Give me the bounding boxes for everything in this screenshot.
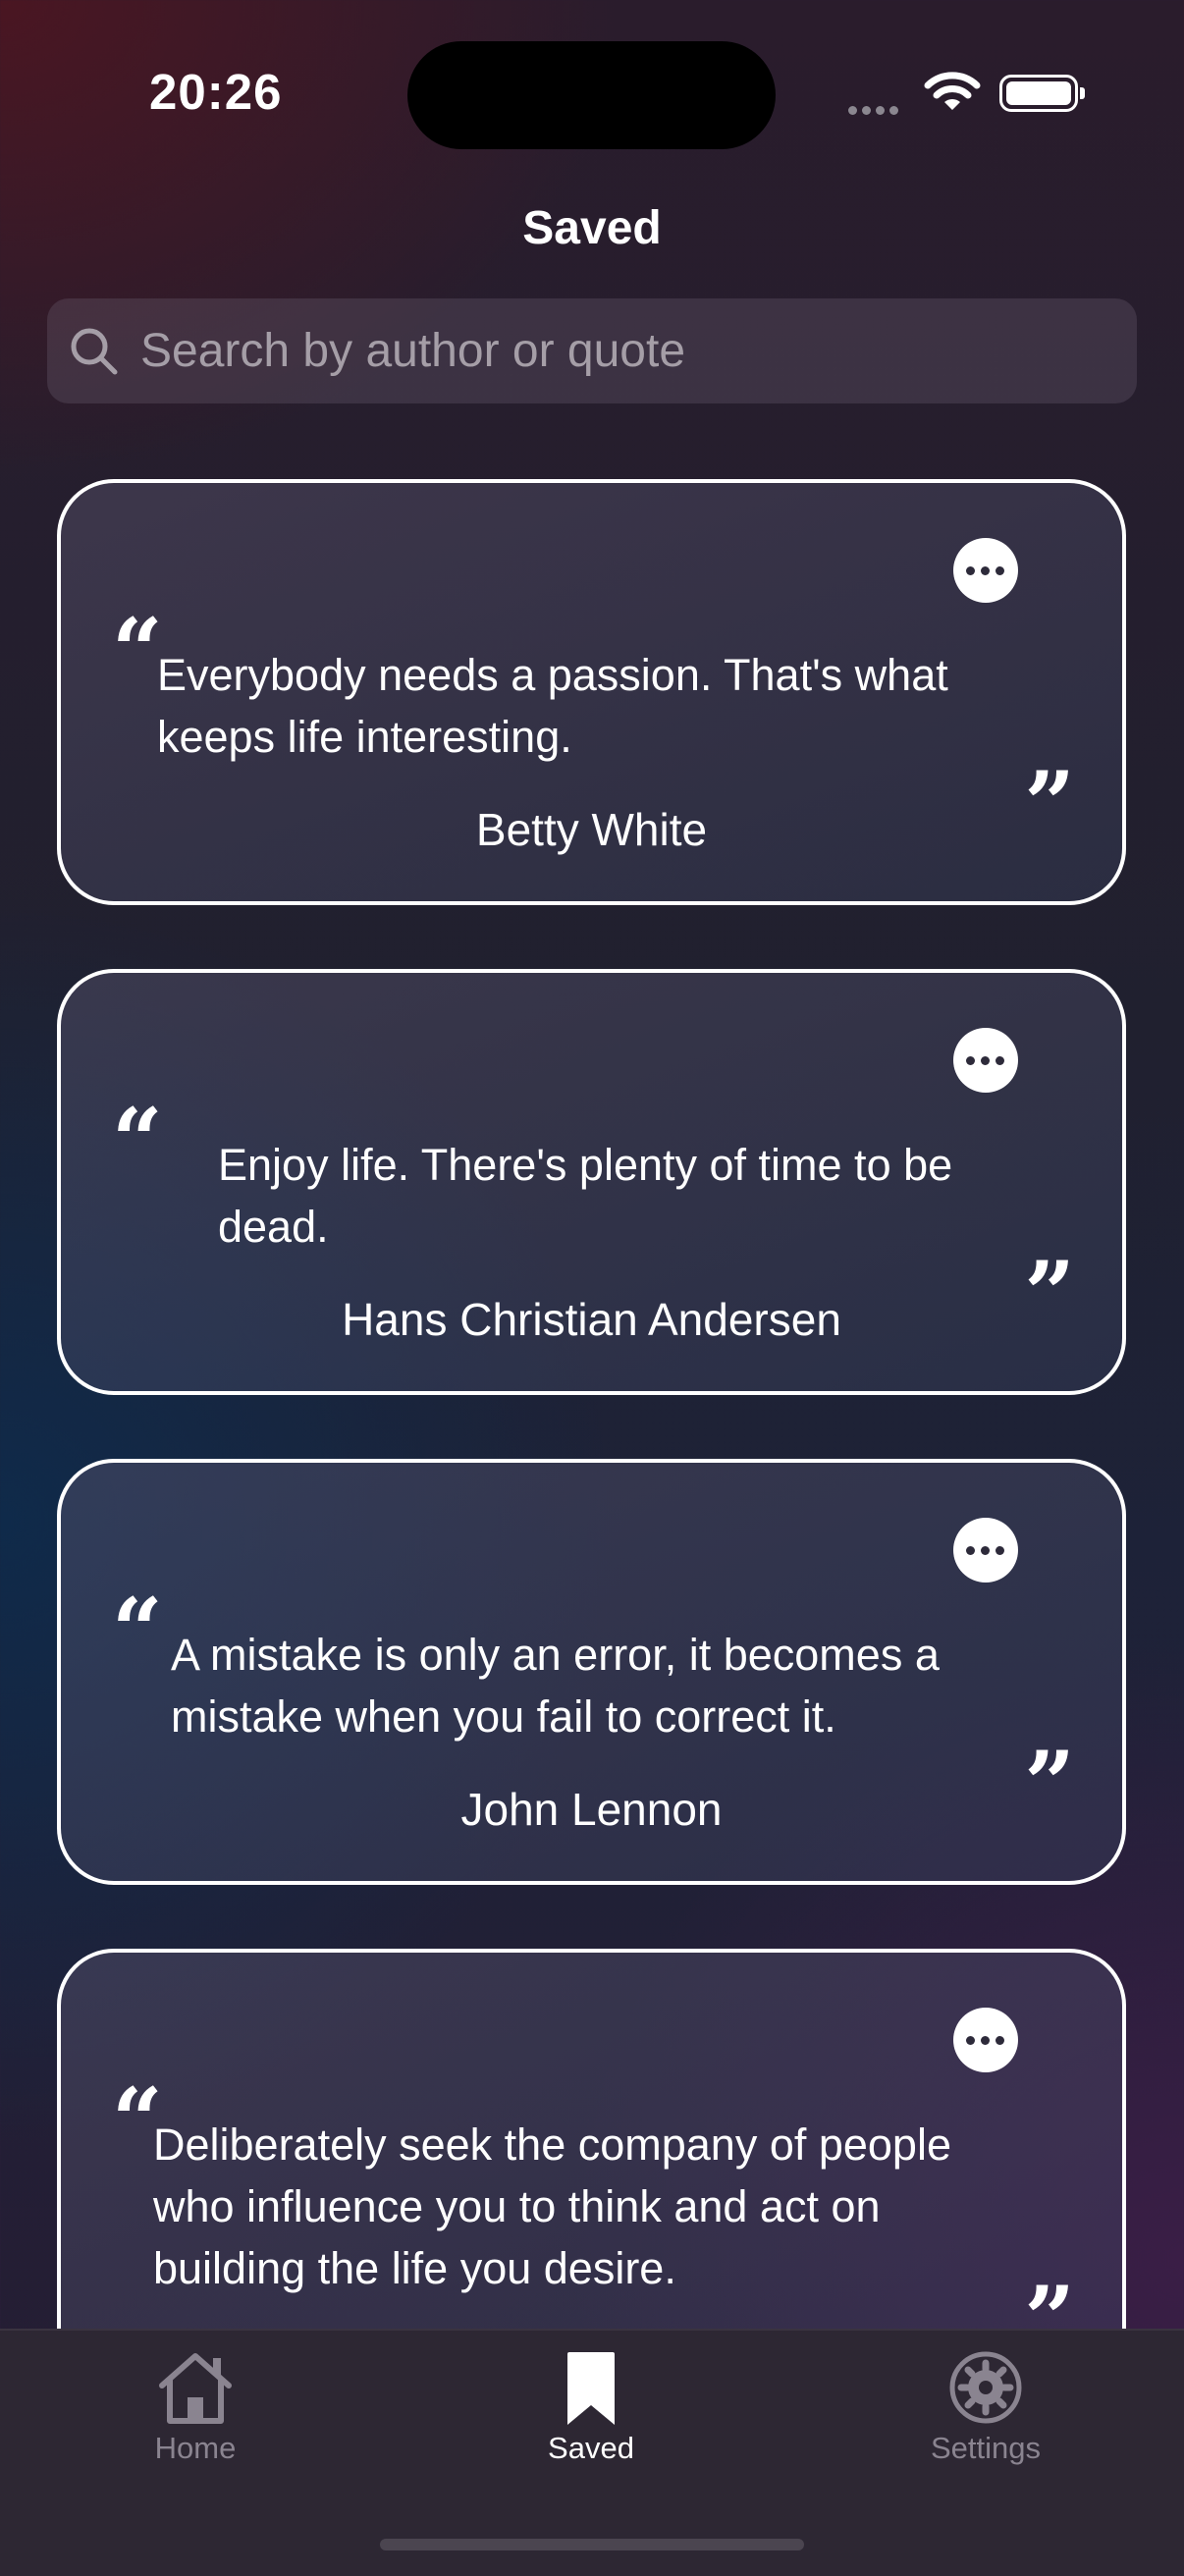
quote-author: John Lennon (460, 1784, 723, 1835)
home-indicator[interactable] (380, 2539, 804, 2550)
quote-card[interactable]: “ Deliberately seek the company of peopl… (57, 1949, 1126, 2329)
tab-settings[interactable]: Settings (888, 2350, 1084, 2466)
close-quote-icon: ” (1024, 1732, 1075, 1836)
gear-icon (949, 2351, 1022, 2424)
tab-home[interactable]: Home (97, 2350, 294, 2466)
quote-text: Deliberately seek the company of people … (153, 2120, 951, 2293)
quote-text: Enjoy life. There's plenty of time to be… (218, 1140, 953, 1252)
bookmark-icon (567, 2352, 615, 2425)
quote-list[interactable]: “ Everybody needs a passion. That's what… (0, 0, 1184, 2329)
open-quote-icon: “ (112, 1579, 163, 1683)
quote-card[interactable]: “ Everybody needs a passion. That's what… (57, 479, 1126, 905)
open-quote-icon: “ (112, 599, 163, 703)
open-quote-icon: “ (112, 1089, 163, 1193)
more-options-button[interactable] (953, 1028, 1018, 1093)
more-options-button[interactable] (953, 2008, 1018, 2072)
close-quote-icon: ” (1024, 752, 1075, 856)
quote-author: Hans Christian Andersen (342, 1294, 841, 1345)
quote-text: A mistake is only an error, it becomes a… (171, 1630, 940, 1742)
close-quote-icon: ” (1024, 1242, 1075, 1346)
quote-card[interactable]: “ Enjoy life. There's plenty of time to … (57, 969, 1126, 1395)
tab-home-label: Home (154, 2431, 237, 2465)
more-options-button[interactable] (953, 1518, 1018, 1583)
tab-saved-label: Saved (548, 2431, 634, 2465)
tab-settings-label: Settings (930, 2431, 1041, 2465)
more-options-button[interactable] (953, 538, 1018, 603)
quote-text: Everybody needs a passion. That's what k… (157, 650, 948, 762)
tab-saved[interactable]: Saved (493, 2350, 689, 2466)
quote-card[interactable]: “ A mistake is only an error, it becomes… (57, 1459, 1126, 1885)
home-icon (159, 2353, 232, 2424)
quote-author: Betty White (475, 804, 708, 855)
close-quote-icon: ” (1024, 2267, 1075, 2329)
